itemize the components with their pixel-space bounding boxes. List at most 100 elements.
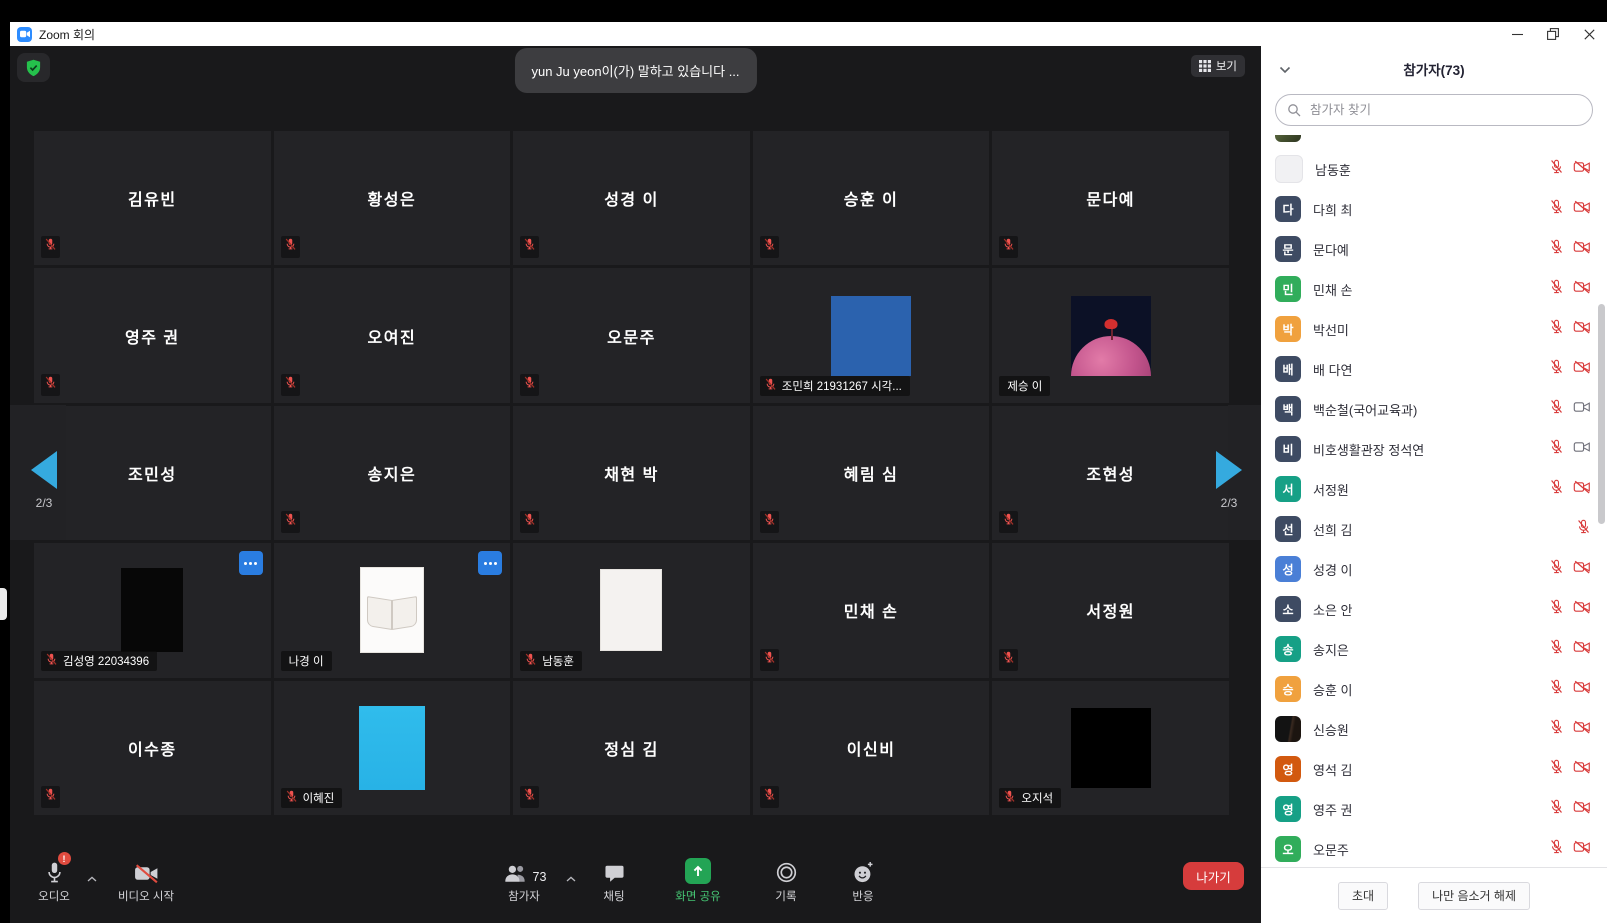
start-video-button[interactable]: 비디오 시작 — [106, 853, 186, 904]
mic-muted-icon — [1549, 479, 1564, 499]
participant-avatar: 오 — [1275, 836, 1301, 862]
mic-muted-icon — [285, 790, 298, 806]
participant-row[interactable]: 백 백순철(국어교육과) — [1261, 389, 1607, 429]
participant-row[interactable]: 문 문다예 — [1261, 229, 1607, 269]
security-shield-button[interactable] — [17, 53, 50, 82]
video-tile[interactable]: 김성영 22034396 — [34, 543, 271, 677]
page-indicator: 2/3 — [24, 496, 64, 510]
more-options-button[interactable] — [478, 551, 502, 575]
mic-muted-icon — [1549, 559, 1564, 579]
participant-row[interactable]: 신승원 — [1261, 709, 1607, 749]
video-tile[interactable]: 채현 박 — [513, 406, 750, 540]
participant-row[interactable]: 영 영주 권 — [1261, 789, 1607, 829]
participant-row[interactable]: 배 배 다연 — [1261, 349, 1607, 389]
video-status-icon — [1573, 600, 1591, 619]
video-tile[interactable]: 오여진 — [274, 268, 511, 402]
participant-row[interactable]: 박 박선미 — [1261, 309, 1607, 349]
participant-row[interactable]: 승 승훈 이 — [1261, 669, 1607, 709]
participant-name: 황성은 — [274, 131, 511, 265]
audio-options-chevron[interactable] — [87, 869, 97, 887]
profile-image — [121, 568, 183, 652]
tile-name-label: 이혜진 — [281, 788, 343, 808]
minimize-button[interactable] — [1499, 22, 1535, 46]
video-tile[interactable]: 오문주 — [513, 268, 750, 402]
invite-button[interactable]: 초대 — [1338, 882, 1388, 910]
profile-image — [1071, 708, 1151, 788]
participant-row[interactable]: 서 서정원 — [1261, 469, 1607, 509]
video-tile[interactable]: 남동훈 — [513, 543, 750, 677]
video-tile[interactable]: 황성은 — [274, 131, 511, 265]
close-button[interactable] — [1571, 22, 1607, 46]
video-tile[interactable]: 민채 손 — [753, 543, 990, 677]
scrollbar-thumb[interactable] — [1598, 304, 1605, 524]
next-page-control[interactable]: 2/3 — [1209, 451, 1249, 510]
video-tile[interactable]: 정심 김 — [513, 681, 750, 815]
previous-page-arrow-icon[interactable] — [31, 451, 57, 489]
participant-avatar: 소 — [1275, 596, 1301, 622]
tile-name-label: 남동훈 — [520, 651, 582, 671]
participant-row[interactable]: 다 다희 최 — [1261, 189, 1607, 229]
participant-name: 민채 손 — [1313, 280, 1537, 299]
mic-muted-icon — [44, 238, 57, 256]
video-tile[interactable]: 승훈 이 — [753, 131, 990, 265]
participant-row[interactable] — [1261, 135, 1607, 149]
participant-row[interactable]: 선 선희 김 — [1261, 509, 1607, 549]
view-button[interactable]: 보기 — [1191, 55, 1245, 77]
previous-page-control[interactable]: 2/3 — [24, 451, 64, 510]
participant-row[interactable]: 성 성경 이 — [1261, 549, 1607, 589]
unmute-self-button[interactable]: 나만 음소거 해제 — [1418, 882, 1530, 910]
video-tile[interactable]: 제승 이 — [992, 268, 1229, 402]
video-tile[interactable]: 이신비 — [753, 681, 990, 815]
next-page-arrow-icon[interactable] — [1216, 451, 1242, 489]
tile-name-label: 나경 이 — [281, 651, 332, 671]
participant-row[interactable]: 오 오문주 — [1261, 829, 1607, 867]
participant-row[interactable]: 비 비호생활관장 정석연 — [1261, 429, 1607, 469]
participant-row[interactable]: 송 송지은 — [1261, 629, 1607, 669]
record-button[interactable]: 기록 — [758, 853, 814, 904]
video-tile[interactable]: 영주 권 — [34, 268, 271, 402]
video-status-icon — [1573, 135, 1591, 139]
more-options-button[interactable] — [239, 551, 263, 575]
restore-button[interactable] — [1535, 22, 1571, 46]
video-tile[interactable]: 혜림 심 — [753, 406, 990, 540]
participant-name: 남동훈 — [1315, 160, 1537, 179]
mic-muted-icon — [1002, 513, 1015, 531]
participant-name: 영석 김 — [1313, 760, 1537, 779]
video-tile[interactable]: 김유빈 — [34, 131, 271, 265]
video-tile[interactable]: 서정원 — [992, 543, 1229, 677]
chat-button[interactable]: 채팅 — [586, 853, 642, 904]
participant-row[interactable]: 소 소은 안 — [1261, 589, 1607, 629]
participant-row[interactable]: 남동훈 — [1261, 149, 1607, 189]
video-tile[interactable]: 나경 이 — [274, 543, 511, 677]
participant-row[interactable]: 민 민채 손 — [1261, 269, 1607, 309]
share-screen-button[interactable]: 화면 공유 — [666, 853, 730, 904]
audio-button[interactable]: ! 오디오 — [22, 853, 86, 904]
mic-muted-icon — [523, 238, 536, 256]
video-tile[interactable]: 조민성 — [34, 406, 271, 540]
video-tile[interactable]: 문다예 — [992, 131, 1229, 265]
participants-button[interactable]: 73 참가자 — [488, 853, 560, 904]
video-tile[interactable]: 이수종 — [34, 681, 271, 815]
video-tile[interactable]: 조현성 — [992, 406, 1229, 540]
participant-avatar: 송 — [1275, 636, 1301, 662]
reactions-button[interactable]: 반응 — [834, 853, 892, 904]
participant-row[interactable]: 영 영석 김 — [1261, 749, 1607, 789]
page-indicator: 2/3 — [1209, 496, 1249, 510]
video-tile[interactable]: 송지은 — [274, 406, 511, 540]
participant-name: 비호생활관장 정석연 — [1313, 440, 1537, 459]
grid-view-icon — [1199, 60, 1211, 72]
participants-options-chevron[interactable] — [566, 869, 576, 887]
search-input[interactable] — [1308, 102, 1581, 118]
video-tile[interactable]: 조민희 21931267 시각... — [753, 268, 990, 402]
video-status-icon — [1573, 680, 1591, 699]
mic-muted-icon — [44, 788, 57, 806]
leave-meeting-button[interactable]: 나가기 — [1183, 862, 1244, 890]
video-tile[interactable]: 이혜진 — [274, 681, 511, 815]
video-tile[interactable]: 오지석 — [992, 681, 1229, 815]
active-speaker-toast: yun Ju yeon이(가) 말하고 있습니다 ... — [514, 48, 756, 93]
participant-avatar: 배 — [1275, 356, 1301, 382]
video-tile[interactable]: 성경 이 — [513, 131, 750, 265]
participants-count: 73 — [533, 870, 547, 884]
video-status-icon — [1573, 360, 1591, 379]
mic-muted-icon — [1002, 238, 1015, 256]
